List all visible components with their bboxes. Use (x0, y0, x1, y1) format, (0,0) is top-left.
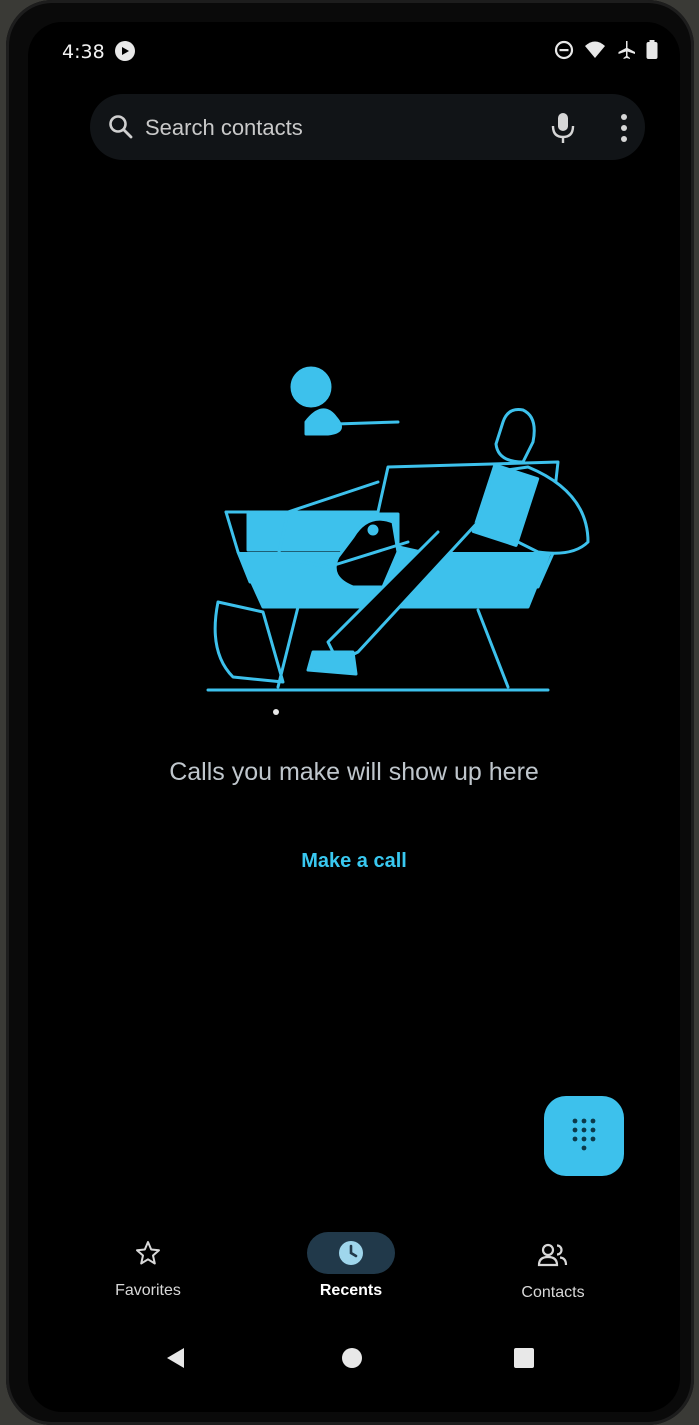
favorites-icon-wrap (104, 1232, 192, 1274)
search-icon (108, 114, 134, 145)
star-icon (136, 1241, 160, 1265)
airplane-icon (616, 40, 636, 65)
bottom-navigation: Favorites Recents Contacts (28, 1212, 680, 1322)
tab-contacts-label: Contacts (521, 1284, 585, 1301)
tab-recents-label: Recents (319, 1282, 383, 1299)
voice-search-button[interactable] (546, 110, 580, 146)
recent-apps-square-icon (514, 1348, 534, 1368)
status-time: 4:38 (62, 41, 105, 63)
home-circle-icon (342, 1348, 362, 1368)
clock-icon (339, 1241, 363, 1265)
person-on-couch-illustration (206, 366, 590, 715)
recent-apps-button[interactable] (512, 1346, 536, 1375)
search-bar[interactable]: Search contacts (90, 94, 645, 160)
home-button[interactable] (340, 1346, 364, 1375)
microphone-icon (551, 113, 575, 143)
tab-favorites[interactable]: Favorites (83, 1232, 213, 1300)
system-navigation-bar (28, 1340, 680, 1380)
dialpad-icon (572, 1118, 596, 1151)
tab-recents[interactable]: Recents (286, 1232, 416, 1300)
contacts-icon-wrap (509, 1234, 597, 1276)
recents-icon-wrap (307, 1232, 395, 1274)
status-icons (554, 40, 658, 65)
phone-frame: 4:38 Search contacts Calls you make will… (6, 0, 694, 1425)
tab-favorites-label: Favorites (115, 1282, 181, 1299)
battery-icon (646, 40, 658, 65)
search-input[interactable]: Search contacts (145, 115, 303, 141)
back-button[interactable] (164, 1346, 186, 1375)
more-vert-icon (621, 114, 627, 142)
empty-state-message: Calls you make will show up here (169, 758, 539, 786)
empty-state-illustration (178, 352, 598, 722)
more-options-button[interactable] (614, 108, 634, 148)
screen: 4:38 Search contacts Calls you make will… (28, 22, 680, 1412)
notification-icon (114, 40, 136, 67)
back-triangle-icon (167, 1348, 184, 1368)
wifi-icon (584, 40, 606, 65)
people-icon (537, 1243, 568, 1267)
dialpad-fab[interactable] (544, 1096, 624, 1176)
dnd-icon (554, 40, 574, 65)
status-bar: 4:38 (28, 22, 680, 78)
make-a-call-link[interactable]: Make a call (264, 850, 444, 873)
tab-contacts[interactable]: Contacts (488, 1234, 618, 1302)
